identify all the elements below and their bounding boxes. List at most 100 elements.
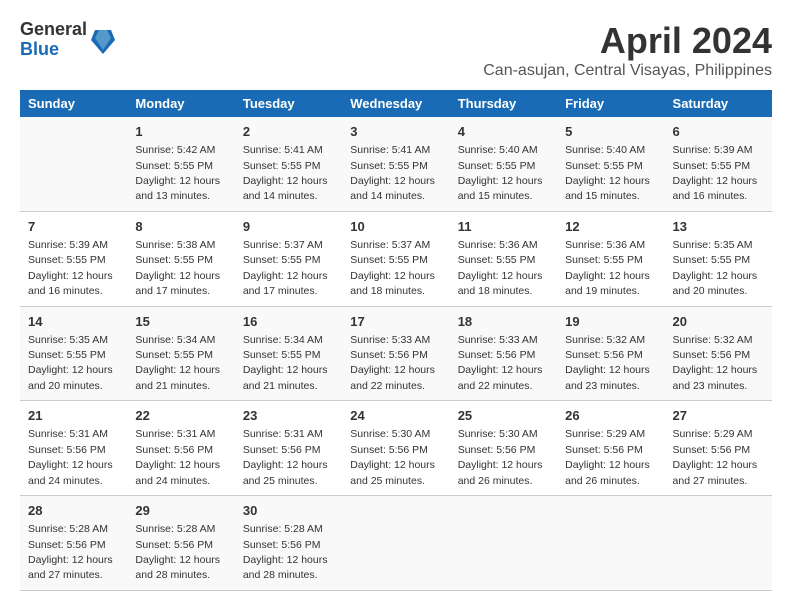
sunrise-text: Sunrise: 5:37 AMSunset: 5:55 PMDaylight:…	[350, 239, 435, 297]
day-number: 16	[243, 313, 334, 331]
day-number: 30	[243, 502, 334, 520]
day-number: 26	[565, 407, 656, 425]
sunrise-text: Sunrise: 5:33 AMSunset: 5:56 PMDaylight:…	[350, 334, 435, 392]
sunrise-text: Sunrise: 5:42 AMSunset: 5:55 PMDaylight:…	[135, 144, 220, 202]
header-row: SundayMondayTuesdayWednesdayThursdayFrid…	[20, 90, 772, 117]
location-title: Can-asujan, Central Visayas, Philippines	[483, 62, 772, 80]
calendar-cell	[342, 496, 449, 591]
calendar-cell	[557, 496, 664, 591]
header-day-sunday: Sunday	[20, 90, 127, 117]
day-number: 8	[135, 218, 226, 236]
month-title: April 2024	[483, 20, 772, 62]
sunrise-text: Sunrise: 5:35 AMSunset: 5:55 PMDaylight:…	[673, 239, 758, 297]
day-number: 24	[350, 407, 441, 425]
day-number: 1	[135, 123, 226, 141]
day-number: 19	[565, 313, 656, 331]
sunrise-text: Sunrise: 5:39 AMSunset: 5:55 PMDaylight:…	[673, 144, 758, 202]
sunrise-text: Sunrise: 5:33 AMSunset: 5:56 PMDaylight:…	[458, 334, 543, 392]
sunrise-text: Sunrise: 5:31 AMSunset: 5:56 PMDaylight:…	[135, 428, 220, 486]
calendar-cell: 29 Sunrise: 5:28 AMSunset: 5:56 PMDayligh…	[127, 496, 234, 591]
calendar-cell: 3 Sunrise: 5:41 AMSunset: 5:55 PMDaylight…	[342, 117, 449, 211]
calendar-cell: 16 Sunrise: 5:34 AMSunset: 5:55 PMDayligh…	[235, 306, 342, 401]
sunrise-text: Sunrise: 5:37 AMSunset: 5:55 PMDaylight:…	[243, 239, 328, 297]
calendar-cell: 7Sunrise: 5:39 AMSunset: 5:55 PMDaylight…	[20, 211, 127, 306]
week-row-5: 28 Sunrise: 5:28 AMSunset: 5:56 PMDayligh…	[20, 496, 772, 591]
sunrise-text: Sunrise: 5:29 AMSunset: 5:56 PMDaylight:…	[565, 428, 650, 486]
sunrise-text: Sunrise: 5:28 AMSunset: 5:56 PMDaylight:…	[243, 523, 328, 581]
sunrise-text: Sunrise: 5:35 AMSunset: 5:55 PMDaylight:…	[28, 334, 113, 392]
calendar-cell	[20, 117, 127, 211]
day-number: 18	[458, 313, 549, 331]
sunrise-text: Sunrise: 5:34 AMSunset: 5:55 PMDaylight:…	[243, 334, 328, 392]
calendar-cell: 11 Sunrise: 5:36 AMSunset: 5:55 PMDayligh…	[450, 211, 557, 306]
calendar-cell: 19 Sunrise: 5:32 AMSunset: 5:56 PMDayligh…	[557, 306, 664, 401]
week-row-2: 7Sunrise: 5:39 AMSunset: 5:55 PMDaylight…	[20, 211, 772, 306]
calendar-cell	[665, 496, 772, 591]
sunrise-text: Sunrise: 5:30 AMSunset: 5:56 PMDaylight:…	[350, 428, 435, 486]
day-number: 13	[673, 218, 764, 236]
sunrise-text: Sunrise: 5:32 AMSunset: 5:56 PMDaylight:…	[565, 334, 650, 392]
day-number: 2	[243, 123, 334, 141]
calendar-cell: 18 Sunrise: 5:33 AMSunset: 5:56 PMDayligh…	[450, 306, 557, 401]
calendar-cell: 17 Sunrise: 5:33 AMSunset: 5:56 PMDayligh…	[342, 306, 449, 401]
calendar-cell: 28 Sunrise: 5:28 AMSunset: 5:56 PMDayligh…	[20, 496, 127, 591]
logo-text: General Blue	[20, 20, 87, 60]
header-day-wednesday: Wednesday	[342, 90, 449, 117]
sunrise-text: Sunrise: 5:29 AMSunset: 5:56 PMDaylight:…	[673, 428, 758, 486]
day-number: 28	[28, 502, 119, 520]
calendar-cell: 9 Sunrise: 5:37 AMSunset: 5:55 PMDaylight…	[235, 211, 342, 306]
day-number: 20	[673, 313, 764, 331]
day-number: 29	[135, 502, 226, 520]
calendar-cell: 22Sunrise: 5:31 AMSunset: 5:56 PMDayligh…	[127, 401, 234, 496]
sunrise-text: Sunrise: 5:28 AMSunset: 5:56 PMDaylight:…	[135, 523, 220, 581]
calendar-cell: 23Sunrise: 5:31 AMSunset: 5:56 PMDayligh…	[235, 401, 342, 496]
day-number: 15	[135, 313, 226, 331]
sunrise-text: Sunrise: 5:39 AMSunset: 5:55 PMDaylight:…	[28, 239, 113, 297]
calendar-cell: 2 Sunrise: 5:41 AMSunset: 5:55 PMDaylight…	[235, 117, 342, 211]
header-day-thursday: Thursday	[450, 90, 557, 117]
sunrise-text: Sunrise: 5:36 AMSunset: 5:55 PMDaylight:…	[458, 239, 543, 297]
calendar-cell: 15Sunrise: 5:34 AMSunset: 5:55 PMDayligh…	[127, 306, 234, 401]
day-number: 17	[350, 313, 441, 331]
header-day-tuesday: Tuesday	[235, 90, 342, 117]
calendar-cell: 14 Sunrise: 5:35 AMSunset: 5:55 PMDayligh…	[20, 306, 127, 401]
calendar-cell	[450, 496, 557, 591]
logo: General Blue	[20, 20, 115, 60]
day-number: 9	[243, 218, 334, 236]
sunrise-text: Sunrise: 5:40 AMSunset: 5:55 PMDaylight:…	[565, 144, 650, 202]
sunrise-text: Sunrise: 5:41 AMSunset: 5:55 PMDaylight:…	[350, 144, 435, 202]
calendar-cell: 8 Sunrise: 5:38 AMSunset: 5:55 PMDaylight…	[127, 211, 234, 306]
calendar-cell: 25Sunrise: 5:30 AMSunset: 5:56 PMDayligh…	[450, 401, 557, 496]
day-number: 14	[28, 313, 119, 331]
day-number: 4	[458, 123, 549, 141]
day-number: 3	[350, 123, 441, 141]
calendar-cell: 6 Sunrise: 5:39 AMSunset: 5:55 PMDaylight…	[665, 117, 772, 211]
calendar-cell: 13 Sunrise: 5:35 AMSunset: 5:55 PMDayligh…	[665, 211, 772, 306]
sunrise-text: Sunrise: 5:30 AMSunset: 5:56 PMDaylight:…	[458, 428, 543, 486]
header-day-saturday: Saturday	[665, 90, 772, 117]
header: General Blue April 2024 Can-asujan, Cent…	[20, 20, 772, 80]
calendar-cell: 1 Sunrise: 5:42 AMSunset: 5:55 PMDaylight…	[127, 117, 234, 211]
day-number: 10	[350, 218, 441, 236]
calendar-cell: 24 Sunrise: 5:30 AMSunset: 5:56 PMDayligh…	[342, 401, 449, 496]
sunrise-text: Sunrise: 5:38 AMSunset: 5:55 PMDaylight:…	[135, 239, 220, 297]
calendar-cell: 26 Sunrise: 5:29 AMSunset: 5:56 PMDayligh…	[557, 401, 664, 496]
sunrise-text: Sunrise: 5:28 AMSunset: 5:56 PMDaylight:…	[28, 523, 113, 581]
sunrise-text: Sunrise: 5:41 AMSunset: 5:55 PMDaylight:…	[243, 144, 328, 202]
logo-blue: Blue	[20, 40, 87, 60]
day-number: 23	[243, 407, 334, 425]
day-number: 27	[673, 407, 764, 425]
sunrise-text: Sunrise: 5:40 AMSunset: 5:55 PMDaylight:…	[458, 144, 543, 202]
week-row-4: 21 Sunrise: 5:31 AMSunset: 5:56 PMDayligh…	[20, 401, 772, 496]
calendar-cell: 4 Sunrise: 5:40 AMSunset: 5:55 PMDaylight…	[450, 117, 557, 211]
calendar-cell: 30 Sunrise: 5:28 AMSunset: 5:56 PMDayligh…	[235, 496, 342, 591]
calendar-cell: 21 Sunrise: 5:31 AMSunset: 5:56 PMDayligh…	[20, 401, 127, 496]
sunrise-text: Sunrise: 5:31 AMSunset: 5:56 PMDaylight:…	[28, 428, 113, 486]
header-day-friday: Friday	[557, 90, 664, 117]
day-number: 6	[673, 123, 764, 141]
calendar-cell: 20Sunrise: 5:32 AMSunset: 5:56 PMDayligh…	[665, 306, 772, 401]
calendar-cell: 12Sunrise: 5:36 AMSunset: 5:55 PMDayligh…	[557, 211, 664, 306]
day-number: 21	[28, 407, 119, 425]
day-number: 11	[458, 218, 549, 236]
day-number: 5	[565, 123, 656, 141]
